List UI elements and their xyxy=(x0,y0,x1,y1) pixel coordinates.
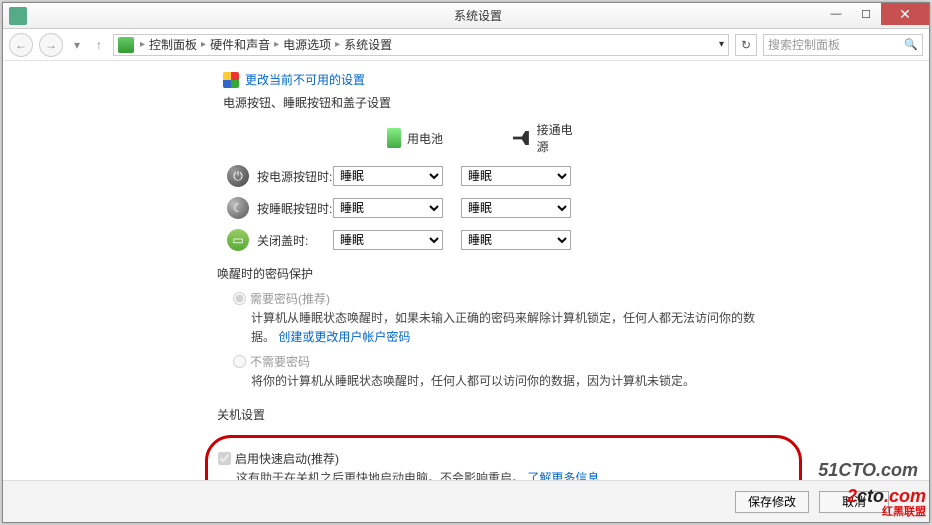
control-panel-icon xyxy=(118,37,134,53)
window-controls: — ☐ ✕ xyxy=(821,3,929,25)
sleep-button-plugged-select[interactable]: 睡眠 xyxy=(461,198,571,218)
search-input[interactable]: 搜索控制面板 🔍 xyxy=(763,34,923,56)
no-password-radio xyxy=(233,355,246,368)
refresh-button[interactable]: ↻ xyxy=(735,34,757,56)
power-button-plugged-select[interactable]: 睡眠 xyxy=(461,166,571,186)
require-password-label: 需要密码(推荐) xyxy=(250,290,330,307)
window-icon xyxy=(9,7,27,25)
close-lid-row: ▭ 关闭盖时: 睡眠 睡眠 xyxy=(223,229,929,251)
create-change-password-link[interactable]: 创建或更改用户帐户密码 xyxy=(278,330,410,344)
breadcrumb-item[interactable]: 硬件和声音 xyxy=(210,36,270,53)
wake-password-heading: 唤醒时的密码保护 xyxy=(217,265,929,282)
up-button[interactable]: ↑ xyxy=(91,37,107,53)
minimize-button[interactable]: — xyxy=(821,3,851,25)
breadcrumb-item[interactable]: 电源选项 xyxy=(283,36,331,53)
moon-icon: ☾ xyxy=(227,197,249,219)
buttons-section-heading: 电源按钮、睡眠按钮和盖子设置 xyxy=(223,94,929,111)
no-password-desc: 将你的计算机从睡眠状态唤醒时，任何人都可以访问你的数据，因为计算机未锁定。 xyxy=(251,372,771,391)
plugged-header: 接通电源 xyxy=(537,121,579,155)
breadcrumb-item[interactable]: 系统设置 xyxy=(344,36,392,53)
breadcrumb[interactable]: ▸ 控制面板 ▸ 硬件和声音 ▸ 电源选项 ▸ 系统设置 ▾ xyxy=(113,34,729,56)
breadcrumb-item[interactable]: 控制面板 xyxy=(149,36,197,53)
footer: 保存修改 取消 xyxy=(3,480,929,522)
fast-startup-label: 启用快速启动(推荐) xyxy=(235,450,339,467)
forward-button[interactable]: → xyxy=(39,33,63,57)
cancel-button[interactable]: 取消 xyxy=(819,491,889,513)
battery-icon xyxy=(387,128,401,148)
search-icon: 🔍 xyxy=(904,38,918,51)
chevron-right-icon: ▸ xyxy=(272,39,281,50)
require-password-radio xyxy=(233,292,246,305)
sleep-button-battery-select[interactable]: 睡眠 xyxy=(333,198,443,218)
sleep-button-label: 按睡眠按钮时: xyxy=(257,200,332,217)
chevron-right-icon: ▸ xyxy=(199,39,208,50)
no-password-label: 不需要密码 xyxy=(250,353,310,370)
shield-icon xyxy=(223,72,239,88)
power-button-label: 按电源按钮时: xyxy=(257,168,332,185)
titlebar: 系统设置 — ☐ ✕ xyxy=(3,3,929,29)
close-lid-plugged-select[interactable]: 睡眠 xyxy=(461,230,571,250)
require-password-desc: 计算机从睡眠状态唤醒时，如果未输入正确的密码来解除计算机锁定，任何人都无法访问你… xyxy=(251,309,771,347)
close-lid-battery-select[interactable]: 睡眠 xyxy=(333,230,443,250)
window-title: 系统设置 xyxy=(27,7,929,24)
close-lid-label: 关闭盖时: xyxy=(257,232,308,249)
column-headers: 用电池 接通电源 xyxy=(223,121,929,155)
plug-icon xyxy=(513,131,531,145)
change-unavailable-settings-link[interactable]: 更改当前不可用的设置 xyxy=(245,71,365,88)
highlight-oval: 启用快速启动(推荐) 这有助于在关机之后更快地启动电脑。不会影响重启。 了解更多… xyxy=(205,435,802,480)
battery-header: 用电池 xyxy=(407,130,443,147)
content-area: 更改当前不可用的设置 电源按钮、睡眠按钮和盖子设置 用电池 接通电源 ⏻ 按电源按… xyxy=(3,61,929,480)
lid-icon: ▭ xyxy=(227,229,249,251)
power-button-row: ⏻ 按电源按钮时: 睡眠 睡眠 xyxy=(223,165,929,187)
navbar: ← → ▾ ↑ ▸ 控制面板 ▸ 硬件和声音 ▸ 电源选项 ▸ 系统设置 ▾ ↻… xyxy=(3,29,929,61)
chevron-right-icon: ▸ xyxy=(333,39,342,50)
power-button-battery-select[interactable]: 睡眠 xyxy=(333,166,443,186)
back-button[interactable]: ← xyxy=(9,33,33,57)
chevron-right-icon: ▸ xyxy=(138,39,147,50)
close-button[interactable]: ✕ xyxy=(881,3,929,25)
fast-startup-desc: 这有助于在关机之后更快地启动电脑。不会影响重启。 了解更多信息 xyxy=(236,469,599,480)
search-placeholder: 搜索控制面板 xyxy=(768,36,840,53)
sleep-button-row: ☾ 按睡眠按钮时: 睡眠 睡眠 xyxy=(223,197,929,219)
window: 系统设置 — ☐ ✕ ← → ▾ ↑ ▸ 控制面板 ▸ 硬件和声音 ▸ 电源选项… xyxy=(2,2,930,523)
history-dropdown[interactable]: ▾ xyxy=(69,37,85,53)
maximize-button[interactable]: ☐ xyxy=(851,3,881,25)
power-icon: ⏻ xyxy=(227,165,249,187)
save-button[interactable]: 保存修改 xyxy=(735,491,809,513)
shutdown-settings-heading: 关机设置 xyxy=(217,406,929,423)
fast-startup-checkbox xyxy=(218,452,231,465)
learn-more-link[interactable]: 了解更多信息 xyxy=(527,471,599,480)
